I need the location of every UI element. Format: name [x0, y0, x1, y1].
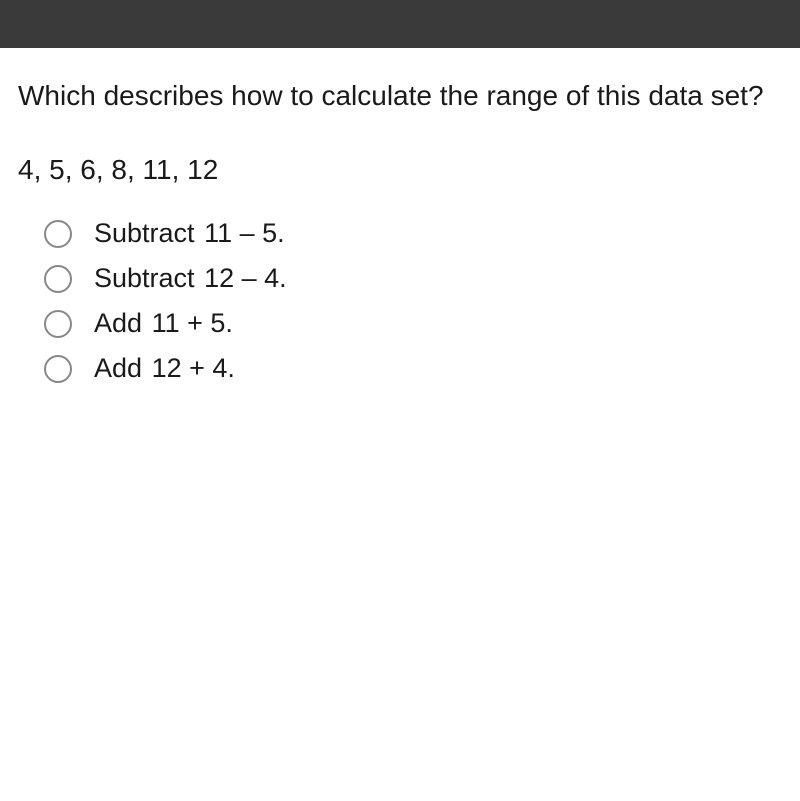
- option-label: Subtract 11 – 5.: [94, 218, 285, 249]
- option-expression: 11 – 5.: [204, 218, 285, 248]
- option-row[interactable]: Subtract 12 – 4.: [44, 263, 782, 294]
- data-set: 4, 5, 6, 8, 11, 12: [18, 154, 782, 186]
- option-verb: Add: [94, 353, 142, 383]
- option-row[interactable]: Subtract 11 – 5.: [44, 218, 782, 249]
- option-verb: Add: [94, 308, 142, 338]
- option-expression: 12 – 4.: [204, 263, 287, 293]
- radio-button[interactable]: [44, 355, 72, 383]
- options-group: Subtract 11 – 5. Subtract 12 – 4. Add 11…: [18, 218, 782, 384]
- option-expression: 12 + 4.: [152, 353, 235, 383]
- option-row[interactable]: Add 11 + 5.: [44, 308, 782, 339]
- radio-button[interactable]: [44, 220, 72, 248]
- question-content: Which describes how to calculate the ran…: [0, 48, 800, 384]
- option-row[interactable]: Add 12 + 4.: [44, 353, 782, 384]
- radio-button[interactable]: [44, 265, 72, 293]
- option-verb: Subtract: [94, 218, 195, 248]
- question-prompt: Which describes how to calculate the ran…: [18, 78, 782, 114]
- option-verb: Subtract: [94, 263, 195, 293]
- header-bar: [0, 0, 800, 48]
- option-label: Add 12 + 4.: [94, 353, 235, 384]
- option-label: Add 11 + 5.: [94, 308, 233, 339]
- option-label: Subtract 12 – 4.: [94, 263, 287, 294]
- radio-button[interactable]: [44, 310, 72, 338]
- option-expression: 11 + 5.: [152, 308, 233, 338]
